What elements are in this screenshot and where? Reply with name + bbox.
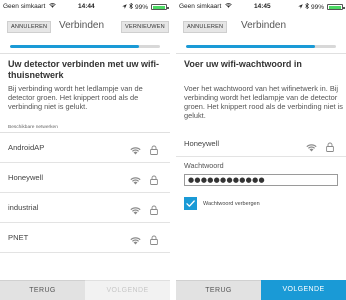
bluetooth-icon: [305, 2, 309, 11]
navigation-bar: ANNULEREN Verbinden VERNIEUWEN: [0, 14, 170, 41]
network-item-honeywell[interactable]: Honeywell: [0, 163, 170, 193]
network-name: AndroidAP: [8, 143, 45, 152]
network-name: industrial: [8, 203, 39, 212]
progress-fill: [186, 45, 315, 48]
battery-fill: [152, 5, 166, 9]
carrier-label: Geen simkaart: [3, 3, 46, 10]
status-bar: Geen simkaart 14:45 99%: [176, 0, 346, 14]
network-name: Honeywell: [184, 139, 220, 148]
cancel-button[interactable]: ANNULEREN: [7, 21, 52, 33]
status-time: 14:45: [254, 3, 271, 10]
network-name: PNET: [8, 233, 29, 242]
battery-icon: [151, 4, 169, 10]
location-arrow-icon: [122, 3, 127, 11]
location-arrow-icon: [298, 3, 303, 11]
status-wifi-icon: [49, 3, 56, 10]
password-entry-screen: Geen simkaart 14:45 99% ANNULEREN Verbin…: [176, 0, 346, 300]
wifi-icon: [130, 202, 141, 220]
back-button[interactable]: TERUG: [176, 280, 261, 300]
lock-icon: [150, 172, 158, 190]
hide-password-checkbox[interactable]: [184, 197, 197, 210]
wifi-icon: [130, 142, 141, 160]
network-selection-screen: Geen simkaart 14:44 99% ANNULEREN Verbin…: [0, 0, 170, 300]
footer-bar: TERUG VOLGENDE: [0, 280, 170, 300]
page-title: Verbinden: [241, 20, 287, 31]
battery-fill: [328, 5, 342, 9]
cancel-button[interactable]: ANNULEREN: [183, 21, 228, 33]
selected-network: Honeywell: [176, 131, 346, 157]
step-heading: Voer uw wifi-wachtwoord in: [184, 59, 302, 69]
network-item-pnet[interactable]: PNET: [0, 223, 170, 253]
progress-bar: [10, 45, 160, 48]
footer-bar: TERUG VOLGENDE: [176, 280, 346, 300]
divider: [176, 53, 346, 54]
next-button[interactable]: VOLGENDE: [261, 280, 346, 300]
lock-icon: [326, 139, 334, 157]
navigation-bar: ANNULEREN Verbinden: [176, 14, 346, 41]
available-networks-label: Beschikbare netwerken: [8, 125, 58, 130]
status-wifi-icon: [225, 3, 232, 10]
checkmark-icon: [186, 200, 195, 207]
status-bar: Geen simkaart 14:44 99%: [0, 0, 170, 14]
refresh-button[interactable]: VERNIEUWEN: [121, 21, 169, 33]
lock-icon: [150, 232, 158, 250]
password-label: Wachtwoord: [184, 161, 224, 170]
battery-percent: 99%: [310, 3, 324, 11]
hide-password-label[interactable]: Wachtwoord verbergen: [203, 201, 260, 207]
battery-percent: 99%: [134, 3, 148, 11]
step-description: Bij verbinding wordt het ledlampje van d…: [8, 84, 143, 111]
network-item-androidap[interactable]: AndroidAP: [0, 133, 170, 163]
wifi-icon: [130, 172, 141, 190]
network-item-industrial[interactable]: industrial: [0, 193, 170, 223]
divider: [0, 53, 170, 54]
progress-bar: [186, 45, 336, 48]
step-heading: Uw detector verbinden met uw wifi-thuisn…: [8, 59, 160, 80]
battery-icon: [327, 4, 345, 10]
page-title: Verbinden: [59, 20, 105, 31]
step-description: Voer het wachtwoord van het wifinetwerk …: [184, 84, 343, 120]
back-button[interactable]: TERUG: [0, 280, 85, 300]
network-name: Honeywell: [8, 173, 44, 182]
wifi-icon: [306, 139, 317, 157]
progress-fill: [10, 45, 139, 48]
wifi-icon: [130, 232, 141, 250]
lock-icon: [150, 142, 158, 160]
status-time: 14:44: [78, 3, 95, 10]
carrier-label: Geen simkaart: [179, 3, 222, 10]
next-button[interactable]: VOLGENDE: [85, 280, 170, 300]
lock-icon: [150, 202, 158, 220]
bluetooth-icon: [129, 2, 133, 11]
password-input[interactable]: ●●●●●●●●●●●●: [184, 174, 338, 186]
